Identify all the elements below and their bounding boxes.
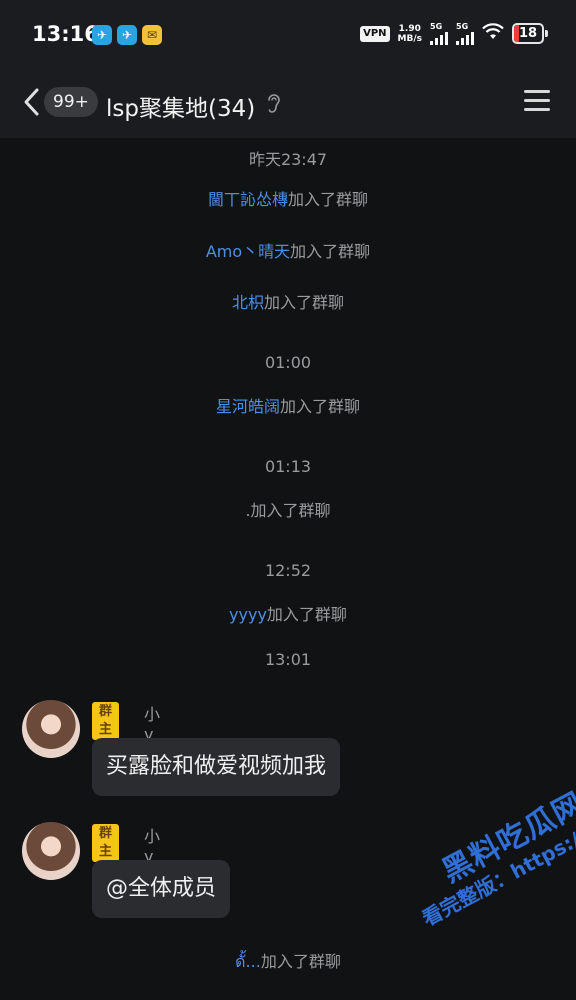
chevron-left-icon [24, 88, 39, 116]
status-bar: 13:16 ✈ ✈ ✉ VPN 1.90 MB/s 5G 5G 18 [0, 0, 576, 70]
group-title: lsp聚集地(34) [106, 96, 256, 122]
timestamp: 01:00 [264, 353, 312, 372]
member-name-link[interactable]: 閫丅訫怂槫 [208, 190, 288, 209]
chat-header: 99+ lsp聚集地(34) [0, 70, 576, 138]
battery-level: 18 [518, 26, 538, 41]
member-name-link[interactable]: Amo丶晴天 [206, 242, 290, 261]
member-name-link[interactable]: 北枳 [232, 293, 264, 312]
vpn-indicator: VPN [360, 25, 390, 42]
back-button[interactable] [18, 84, 46, 120]
member-name-link[interactable]: yyyy [229, 605, 267, 624]
message-bubble[interactable]: 买露脸和做爱视频加我 [92, 738, 341, 796]
system-join-message: Amo丶晴天加入了群聊 [205, 242, 371, 261]
app-notification-icon: ✉ [142, 25, 162, 45]
member-name-link[interactable]: ดั้... [235, 952, 261, 971]
telegram-icon: ✈ [117, 25, 137, 45]
system-join-message: .加入了群聊 [245, 501, 331, 520]
owner-role-badge: 群主 [92, 702, 120, 740]
avatar[interactable] [22, 700, 80, 758]
network-speed: 1.90 MB/s [397, 23, 422, 44]
timestamp: 昨天23:47 [248, 150, 328, 169]
timestamp: 13:01 [264, 650, 312, 669]
avatar[interactable] [22, 822, 80, 880]
system-join-message: yyyy加入了群聊 [229, 605, 347, 624]
wifi-icon [482, 22, 504, 45]
status-time: 13:16 [32, 22, 99, 46]
timestamp: 01:13 [264, 457, 312, 476]
message-bubble[interactable]: @全体成员 [92, 860, 231, 918]
timestamp: 12:52 [264, 561, 312, 580]
chat-area[interactable]: 昨天23:47 閫丅訫怂槫加入了群聊 Amo丶晴天加入了群聊 北枳加入了群聊 0… [0, 138, 576, 1000]
telegram-icon: ✈ [92, 25, 112, 45]
member-name-link[interactable]: 星河皓阔 [216, 397, 280, 416]
ear-icon[interactable] [266, 92, 282, 114]
system-join-message: 星河皓阔加入了群聊 [215, 397, 361, 416]
menu-icon[interactable] [524, 90, 550, 114]
signal-sim2-icon: 5G [456, 22, 474, 45]
unread-count-badge[interactable]: 99+ [44, 87, 98, 117]
system-join-message: 閫丅訫怂槫加入了群聊 [207, 190, 369, 209]
system-join-message: 北枳加入了群聊 [231, 293, 345, 312]
system-join-message: ดั้...加入了群聊 [235, 952, 341, 971]
battery-icon: 18 [512, 23, 548, 44]
signal-sim1-icon: 5G [430, 22, 448, 45]
owner-role-badge: 群主 [92, 824, 120, 862]
